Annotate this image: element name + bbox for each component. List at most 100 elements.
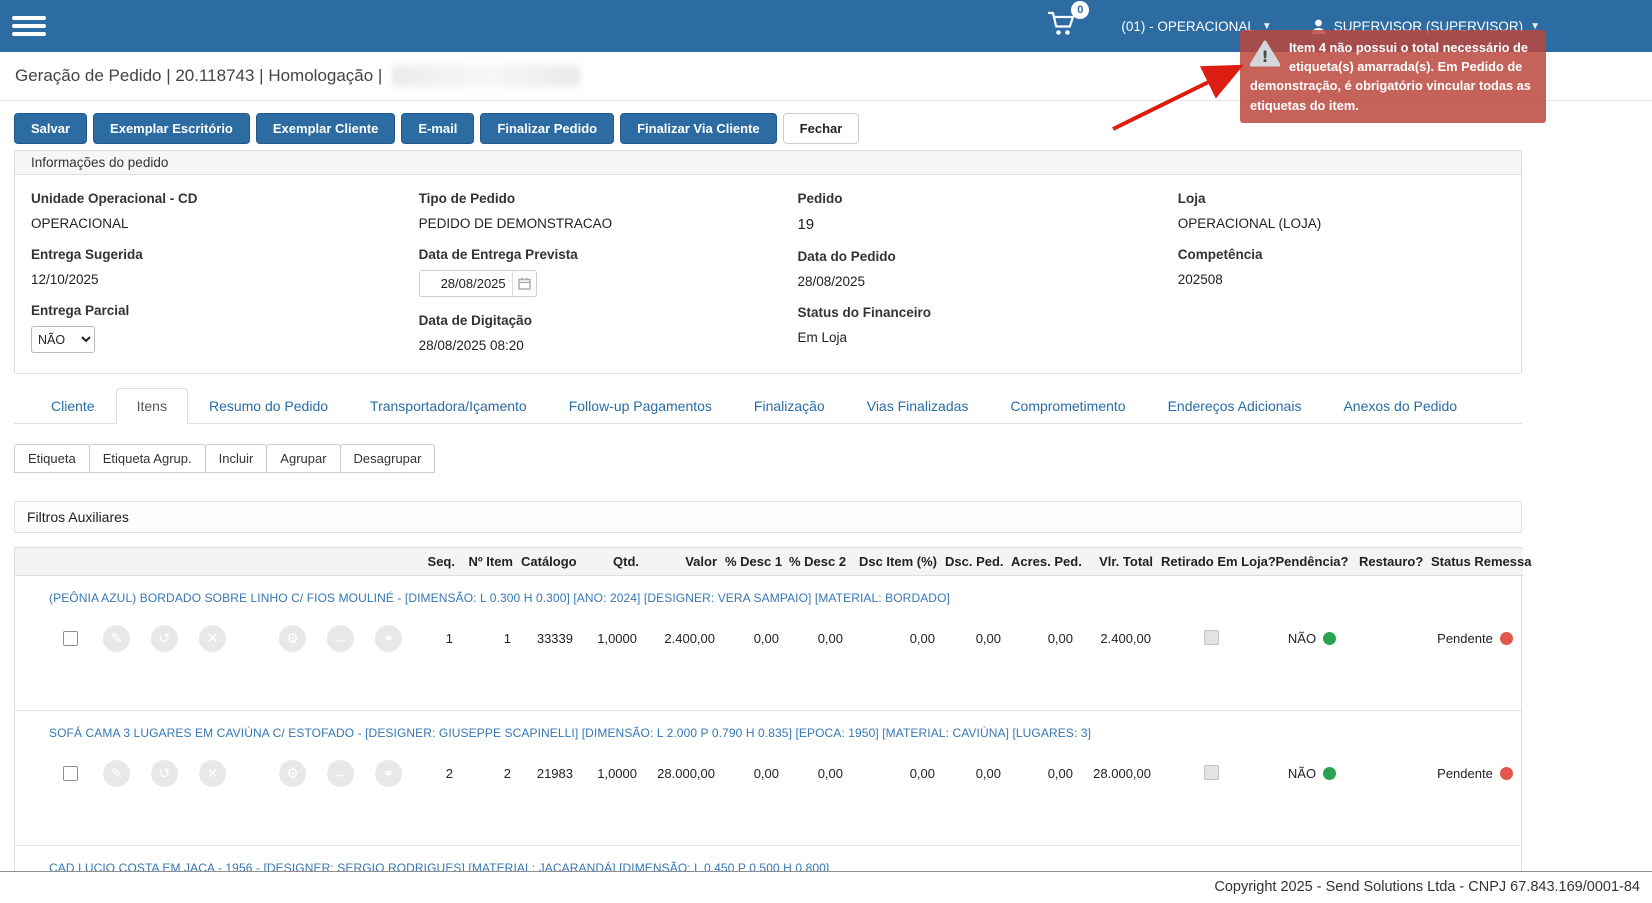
items-table-header-row: Seq. Nº Item Catálogo Qtd. Valor % Desc … bbox=[15, 548, 1523, 576]
status-remessa-red-dot-icon bbox=[1500, 632, 1513, 645]
tab-anexos-do-pedido[interactable]: Anexos do Pedido bbox=[1322, 388, 1478, 424]
remove-icon[interactable]: ✕ bbox=[199, 760, 226, 787]
tab-finalizacao[interactable]: Finalização bbox=[733, 388, 846, 424]
col-dsc-item: Dsc Item (%) bbox=[849, 548, 941, 576]
link-etiqueta-icon[interactable]: ⚭ bbox=[375, 760, 402, 787]
tab-vias-finalizadas[interactable]: Vias Finalizadas bbox=[846, 388, 990, 424]
status-financeiro-label: Status do Financeiro bbox=[797, 305, 1177, 320]
items-table: Seq. Nº Item Catálogo Qtd. Valor % Desc … bbox=[15, 547, 1523, 877]
warning-icon: ! bbox=[1250, 40, 1280, 67]
cell-desc1: 0,00 bbox=[721, 742, 785, 846]
pendencia-value: NÃO bbox=[1288, 631, 1316, 646]
finalizar-via-cliente-button[interactable]: Finalizar Via Cliente bbox=[620, 113, 777, 144]
edit-icon[interactable]: ✎ bbox=[103, 625, 130, 652]
copyright-text: Copyright 2025 - Send Solutions Ltda - C… bbox=[1214, 879, 1640, 895]
col-vlr-total: Vlr. Total bbox=[1079, 548, 1157, 576]
exemplar-cliente-button[interactable]: Exemplar Cliente bbox=[256, 113, 396, 144]
footer: Copyright 2025 - Send Solutions Ltda - C… bbox=[0, 871, 1652, 903]
cart-button[interactable]: 0 bbox=[1047, 10, 1077, 42]
agrupar-button[interactable]: Agrupar bbox=[266, 444, 340, 473]
retirado-em-loja-checkbox bbox=[1204, 630, 1219, 645]
tab-enderecos-adicionais[interactable]: Endereços Adicionais bbox=[1147, 388, 1323, 424]
cart-count-badge: 0 bbox=[1071, 1, 1089, 19]
tab-followup-pagamentos[interactable]: Follow-up Pagamentos bbox=[548, 388, 733, 424]
settings-icon[interactable]: ⚙ bbox=[279, 625, 306, 652]
exemplar-escritorio-button[interactable]: Exemplar Escritório bbox=[93, 113, 250, 144]
items-table-wrapper: Seq. Nº Item Catálogo Qtd. Valor % Desc … bbox=[14, 547, 1522, 877]
transfer-icon[interactable]: ↔ bbox=[327, 760, 354, 787]
col-restauro: Restauro? bbox=[1355, 548, 1427, 576]
tab-resumo-do-pedido[interactable]: Resumo do Pedido bbox=[188, 388, 349, 424]
restauro-value bbox=[1355, 742, 1427, 846]
order-info-title: Informações do pedido bbox=[15, 151, 1521, 175]
itens-tab-panel: Etiqueta Etiqueta Agrup. Incluir Agrupar… bbox=[14, 424, 1522, 877]
filtros-auxiliares-label: Filtros Auxiliares bbox=[27, 509, 129, 525]
data-entrega-prevista-input[interactable] bbox=[420, 271, 512, 296]
order-tabs: Cliente Itens Resumo do Pedido Transport… bbox=[14, 388, 1522, 424]
cell-catalogo: 21983 bbox=[517, 742, 579, 846]
pendencia-value: NÃO bbox=[1288, 766, 1316, 781]
cell-valor: 2.400,00 bbox=[643, 607, 721, 711]
info-column-4: Loja OPERACIONAL (LOJA) Competência 2025… bbox=[1178, 175, 1505, 353]
col-status-remessa: Status Remessa bbox=[1427, 548, 1523, 576]
status-financeiro-value: Em Loja bbox=[797, 330, 1177, 345]
item-description-link[interactable]: (PEÔNIA AZUL) BORDADO SOBRE LINHO C/ FIO… bbox=[49, 591, 950, 605]
remove-icon[interactable]: ✕ bbox=[199, 625, 226, 652]
incluir-button[interactable]: Incluir bbox=[205, 444, 268, 473]
cell-dsc-item: 0,00 bbox=[849, 742, 941, 846]
svg-text:!: ! bbox=[1261, 47, 1268, 66]
row-select-checkbox[interactable] bbox=[63, 766, 78, 781]
validation-alert: ! Item 4 não possui o total necessário d… bbox=[1240, 30, 1546, 123]
item-description-link[interactable]: SOFÁ CAMA 3 LUGARES EM CAVIÚNA C/ ESTOFA… bbox=[49, 726, 1091, 740]
finalizar-pedido-button[interactable]: Finalizar Pedido bbox=[480, 113, 614, 144]
calendar-icon bbox=[518, 277, 531, 290]
cell-desc2: 0,00 bbox=[785, 607, 849, 711]
operational-unit-label: (01) - OPERACIONAL bbox=[1121, 19, 1255, 34]
col-acres-ped: Acres. Ped. bbox=[1007, 548, 1079, 576]
competencia-label: Competência bbox=[1178, 247, 1505, 262]
tab-itens[interactable]: Itens bbox=[116, 388, 188, 424]
fechar-button[interactable]: Fechar bbox=[783, 113, 860, 144]
cell-n-item: 1 bbox=[459, 607, 517, 711]
itens-toolbar: Etiqueta Etiqueta Agrup. Incluir Agrupar… bbox=[14, 444, 1522, 473]
etiqueta-button[interactable]: Etiqueta bbox=[14, 444, 90, 473]
pendencia-green-dot-icon bbox=[1323, 767, 1336, 780]
link-etiqueta-icon[interactable]: ⚭ bbox=[375, 625, 402, 652]
info-column-2: Tipo de Pedido PEDIDO DE DEMONSTRACAO Da… bbox=[419, 175, 798, 353]
col-pendencia: Pendência? bbox=[1269, 548, 1355, 576]
cell-valor: 28.000,00 bbox=[643, 742, 721, 846]
tab-cliente[interactable]: Cliente bbox=[30, 388, 116, 424]
col-qtd: Qtd. bbox=[579, 548, 643, 576]
entrega-sugerida-label: Entrega Sugerida bbox=[31, 247, 419, 262]
competencia-value: 202508 bbox=[1178, 272, 1505, 287]
edit-icon[interactable]: ✎ bbox=[103, 760, 130, 787]
pedido-label: Pedido bbox=[797, 191, 1177, 206]
cell-dsc-ped: 0,00 bbox=[941, 607, 1007, 711]
status-remessa-red-dot-icon bbox=[1500, 767, 1513, 780]
etiqueta-agrup-button[interactable]: Etiqueta Agrup. bbox=[89, 444, 206, 473]
status-remessa-value: Pendente bbox=[1437, 631, 1493, 646]
transfer-icon[interactable]: ↔ bbox=[327, 625, 354, 652]
history-icon[interactable]: ↺ bbox=[151, 760, 178, 787]
settings-icon[interactable]: ⚙ bbox=[279, 760, 306, 787]
data-digitacao-label: Data de Digitação bbox=[419, 313, 798, 328]
col-dsc-ped: Dsc. Ped. bbox=[941, 548, 1007, 576]
cell-catalogo: 33339 bbox=[517, 607, 579, 711]
desagrupar-button[interactable]: Desagrupar bbox=[340, 444, 436, 473]
row-select-checkbox[interactable] bbox=[63, 631, 78, 646]
cell-seq: 1 bbox=[407, 607, 459, 711]
salvar-button[interactable]: Salvar bbox=[14, 113, 87, 144]
entrega-sugerida-value: 12/10/2025 bbox=[31, 272, 419, 287]
menu-icon[interactable] bbox=[12, 12, 46, 40]
entrega-parcial-select[interactable]: NÃO bbox=[31, 326, 95, 353]
email-button[interactable]: E-mail bbox=[401, 113, 474, 144]
tipo-pedido-value: PEDIDO DE DEMONSTRACAO bbox=[419, 216, 798, 231]
history-icon[interactable]: ↺ bbox=[151, 625, 178, 652]
cell-n-item: 2 bbox=[459, 742, 517, 846]
tab-comprometimento[interactable]: Comprometimento bbox=[989, 388, 1146, 424]
cell-desc2: 0,00 bbox=[785, 742, 849, 846]
filtros-auxiliares-header[interactable]: Filtros Auxiliares bbox=[14, 501, 1522, 533]
calendar-button[interactable] bbox=[512, 271, 536, 296]
tab-transportadora-icamento[interactable]: Transportadora/Içamento bbox=[349, 388, 548, 424]
item-row-values: ✎ ↺ ✕ ⚙ ↔ ⚭ 1 1 33339 1,0000 2.4 bbox=[15, 607, 1523, 711]
